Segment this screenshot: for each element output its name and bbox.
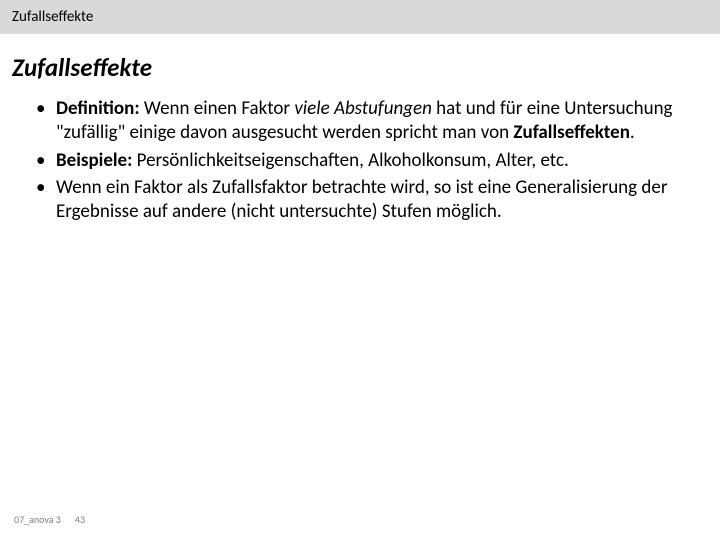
footer-page: 43 <box>75 513 85 526</box>
bullet-text: Persönlichkeitseigenschaften, Alkoholkon… <box>132 149 568 172</box>
header-bar: Zufallseffekte <box>0 0 720 34</box>
header-title: Zufallseffekte <box>12 8 93 26</box>
bullet-label: Beispiele: <box>56 149 132 172</box>
footer: 07_anova 3 43 <box>14 513 85 526</box>
bullet-strong: Zufallseffekten <box>513 121 630 144</box>
bullet-text: Wenn ein Faktor als Zufallsfaktor betrac… <box>56 176 667 223</box>
slide: Zufallseffekte Zufallseffekte Definition… <box>0 0 720 540</box>
bullet-definition: Definition: Wenn einen Faktor viele Abst… <box>40 97 700 145</box>
bullet-text: . <box>630 121 635 144</box>
footer-filename: 07_anova 3 <box>14 513 61 526</box>
bullet-generalization: Wenn ein Faktor als Zufallsfaktor betrac… <box>40 176 700 224</box>
bullet-examples: Beispiele: Persönlichkeitseigenschaften,… <box>40 149 700 173</box>
content: Definition: Wenn einen Faktor viele Abst… <box>0 97 720 224</box>
bullet-em: viele Abstufungen <box>294 97 432 120</box>
bullet-label: Definition: <box>56 97 140 120</box>
page-title: Zufallseffekte <box>0 34 720 97</box>
bullet-text: Wenn einen Faktor <box>140 97 295 120</box>
